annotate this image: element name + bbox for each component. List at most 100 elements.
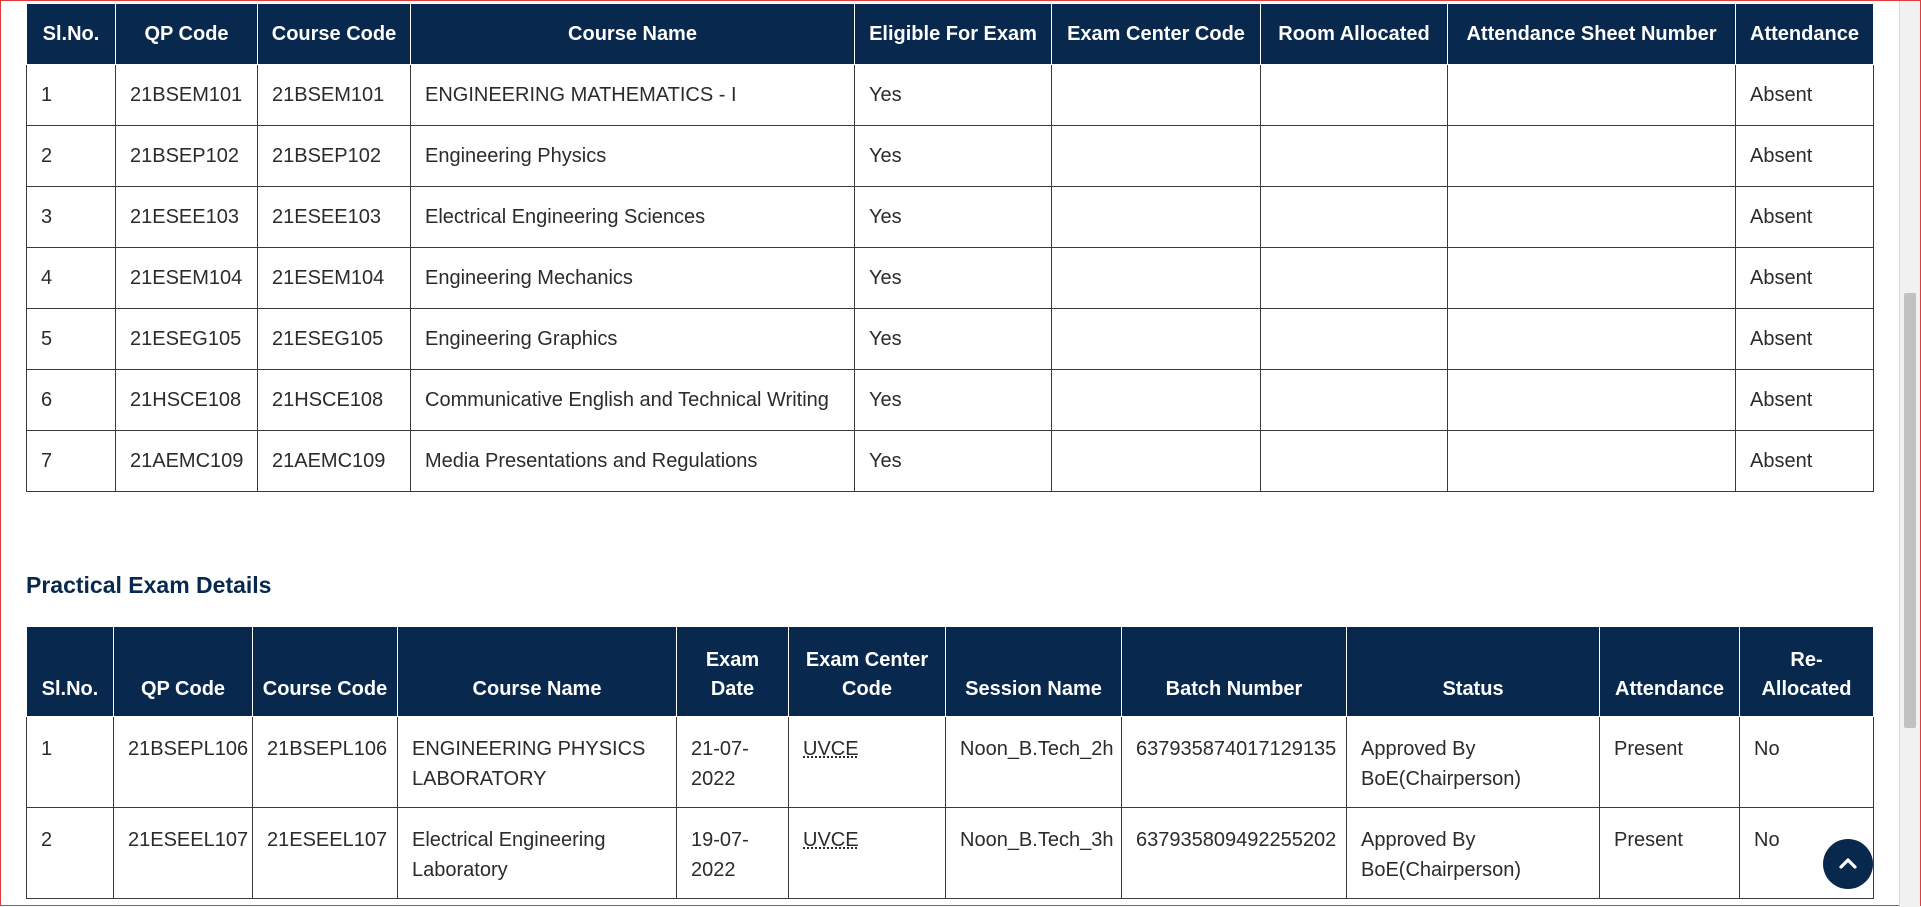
- reallocated-cell: No: [1739, 716, 1874, 808]
- qp-code-cell: 21ESEEL107: [113, 807, 253, 899]
- eligible-cell: Yes: [854, 308, 1052, 370]
- room-cell: [1260, 308, 1448, 370]
- eligible-cell: Yes: [854, 186, 1052, 248]
- room-cell: [1260, 64, 1448, 126]
- course-name-cell: Engineering Mechanics: [410, 247, 855, 309]
- sl-no-cell: 1: [26, 64, 116, 126]
- qp-code-cell: 21ESEE103: [115, 186, 258, 248]
- exam-center-cell: [1051, 430, 1261, 492]
- column-header: Course Code: [252, 626, 398, 717]
- attendance-sheet-cell: [1447, 247, 1736, 309]
- column-header: Exam Center Code: [788, 626, 946, 717]
- attendance-cell: Absent: [1735, 186, 1874, 248]
- scroll-to-top-button[interactable]: [1823, 839, 1873, 889]
- column-header: Re-Allocated: [1739, 626, 1874, 717]
- chevron-up-icon: [1839, 858, 1857, 869]
- column-header: Room Allocated: [1260, 3, 1448, 65]
- room-cell: [1260, 369, 1448, 431]
- attendance-cell: Absent: [1735, 308, 1874, 370]
- column-header: Course Name: [410, 3, 855, 65]
- table-row: 4 21ESEM104 21ESEM104 Engineering Mechanics…: [26, 247, 1874, 309]
- sl-no-cell: 6: [26, 369, 116, 431]
- course-code-cell: 21ESEG105: [257, 308, 411, 370]
- qp-code-cell: 21HSCE108: [115, 369, 258, 431]
- batch-number-cell: 637935809492255202: [1121, 807, 1347, 899]
- sl-no-cell: 1: [26, 716, 114, 808]
- column-header: Session Name: [945, 626, 1122, 717]
- exam-date-cell: 21-07-2022: [676, 716, 789, 808]
- room-cell: [1260, 430, 1448, 492]
- column-header: Exam Center Code: [1051, 3, 1261, 65]
- attendance-cell: Present: [1599, 807, 1740, 899]
- table-row: 5 21ESEG105 21ESEG105 Engineering Graphics Y…: [26, 308, 1874, 370]
- sl-no-cell: 7: [26, 430, 116, 492]
- course-code-cell: 21ESEE103: [257, 186, 411, 248]
- status-cell: Approved By BoE(Chairperson): [1346, 716, 1600, 808]
- table-row: 7 21AEMC109 21AEMC109 Media Presentations a…: [26, 430, 1874, 492]
- column-header: Attendance: [1735, 3, 1874, 65]
- exam-center-cell: [1051, 247, 1261, 309]
- eligible-cell: Yes: [854, 247, 1052, 309]
- course-name-cell: Engineering Graphics: [410, 308, 855, 370]
- status-cell: Approved By BoE(Chairperson): [1346, 807, 1600, 899]
- qp-code-cell: 21ESEG105: [115, 308, 258, 370]
- attendance-sheet-cell: [1447, 186, 1736, 248]
- course-code-cell: 21BSEP102: [257, 125, 411, 187]
- attendance-sheet-cell: [1447, 369, 1736, 431]
- exam-center-cell: [1051, 369, 1261, 431]
- table-row: 2 21ESEEL107 21ESEEL107 Electrical Engineer…: [26, 807, 1874, 899]
- table-header-row: Sl.No. QP Code Course Code Course Name E…: [26, 3, 1874, 65]
- sl-no-cell: 2: [26, 807, 114, 899]
- exam-center-cell: [1051, 125, 1261, 187]
- attendance-cell: Present: [1599, 716, 1740, 808]
- practical-section-title: Practical Exam Details: [26, 572, 272, 598]
- session-name-cell: Noon_B.Tech_3h: [945, 807, 1122, 899]
- course-name-cell: ENGINEERING PHYSICS LABORATORY: [397, 716, 677, 808]
- column-header: Batch Number: [1121, 626, 1347, 717]
- table-row: 1 21BSEM101 21BSEM101 ENGINEERING MATHEMATI…: [26, 64, 1874, 126]
- attendance-cell: Absent: [1735, 64, 1874, 126]
- sl-no-cell: 4: [26, 247, 116, 309]
- room-cell: [1260, 247, 1448, 309]
- course-name-cell: Communicative English and Technical Writ…: [410, 369, 855, 431]
- column-header: Sl.No.: [26, 3, 116, 65]
- batch-number-cell: 637935874017129135: [1121, 716, 1347, 808]
- column-header: QP Code: [115, 3, 258, 65]
- qp-code-cell: 21BSEP102: [115, 125, 258, 187]
- attendance-cell: Absent: [1735, 125, 1874, 187]
- course-code-cell: 21AEMC109: [257, 430, 411, 492]
- practical-exam-table: Sl.No. QP Code Course Code Course Name E…: [26, 626, 1874, 899]
- exam-center-cell: UVCE: [788, 716, 946, 808]
- eligible-cell: Yes: [854, 430, 1052, 492]
- qp-code-cell: 21BSEPL106: [113, 716, 253, 808]
- course-name-cell: Electrical Engineering Laboratory: [397, 807, 677, 899]
- course-code-cell: 21ESEM104: [257, 247, 411, 309]
- attendance-sheet-cell: [1447, 125, 1736, 187]
- course-name-cell: Engineering Physics: [410, 125, 855, 187]
- attendance-cell: Absent: [1735, 369, 1874, 431]
- column-header: Status: [1346, 626, 1600, 717]
- course-code-cell: 21BSEPL106: [252, 716, 398, 808]
- column-header: QP Code: [113, 626, 253, 717]
- column-header: Eligible For Exam: [854, 3, 1052, 65]
- room-cell: [1260, 125, 1448, 187]
- attendance-cell: Absent: [1735, 430, 1874, 492]
- attendance-cell: Absent: [1735, 247, 1874, 309]
- session-name-cell: Noon_B.Tech_2h: [945, 716, 1122, 808]
- column-header: Exam Date: [676, 626, 789, 717]
- course-code-cell: 21HSCE108: [257, 369, 411, 431]
- exam-date-cell: 19-07-2022: [676, 807, 789, 899]
- course-name-cell: ENGINEERING MATHEMATICS - I: [410, 64, 855, 126]
- attendance-sheet-cell: [1447, 308, 1736, 370]
- exam-center-cell: [1051, 308, 1261, 370]
- exam-center-cell: [1051, 64, 1261, 126]
- qp-code-cell: 21ESEM104: [115, 247, 258, 309]
- page-scrollbar[interactable]: [1899, 1, 1920, 907]
- eligible-cell: Yes: [854, 125, 1052, 187]
- scrollbar-thumb[interactable]: [1904, 293, 1916, 728]
- theory-exam-table: Sl.No. QP Code Course Code Course Name E…: [26, 3, 1874, 492]
- course-name-cell: Electrical Engineering Sciences: [410, 186, 855, 248]
- qp-code-cell: 21AEMC109: [115, 430, 258, 492]
- column-header: Attendance Sheet Number: [1447, 3, 1736, 65]
- table-row: 3 21ESEE103 21ESEE103 Electrical Engineerin…: [26, 186, 1874, 248]
